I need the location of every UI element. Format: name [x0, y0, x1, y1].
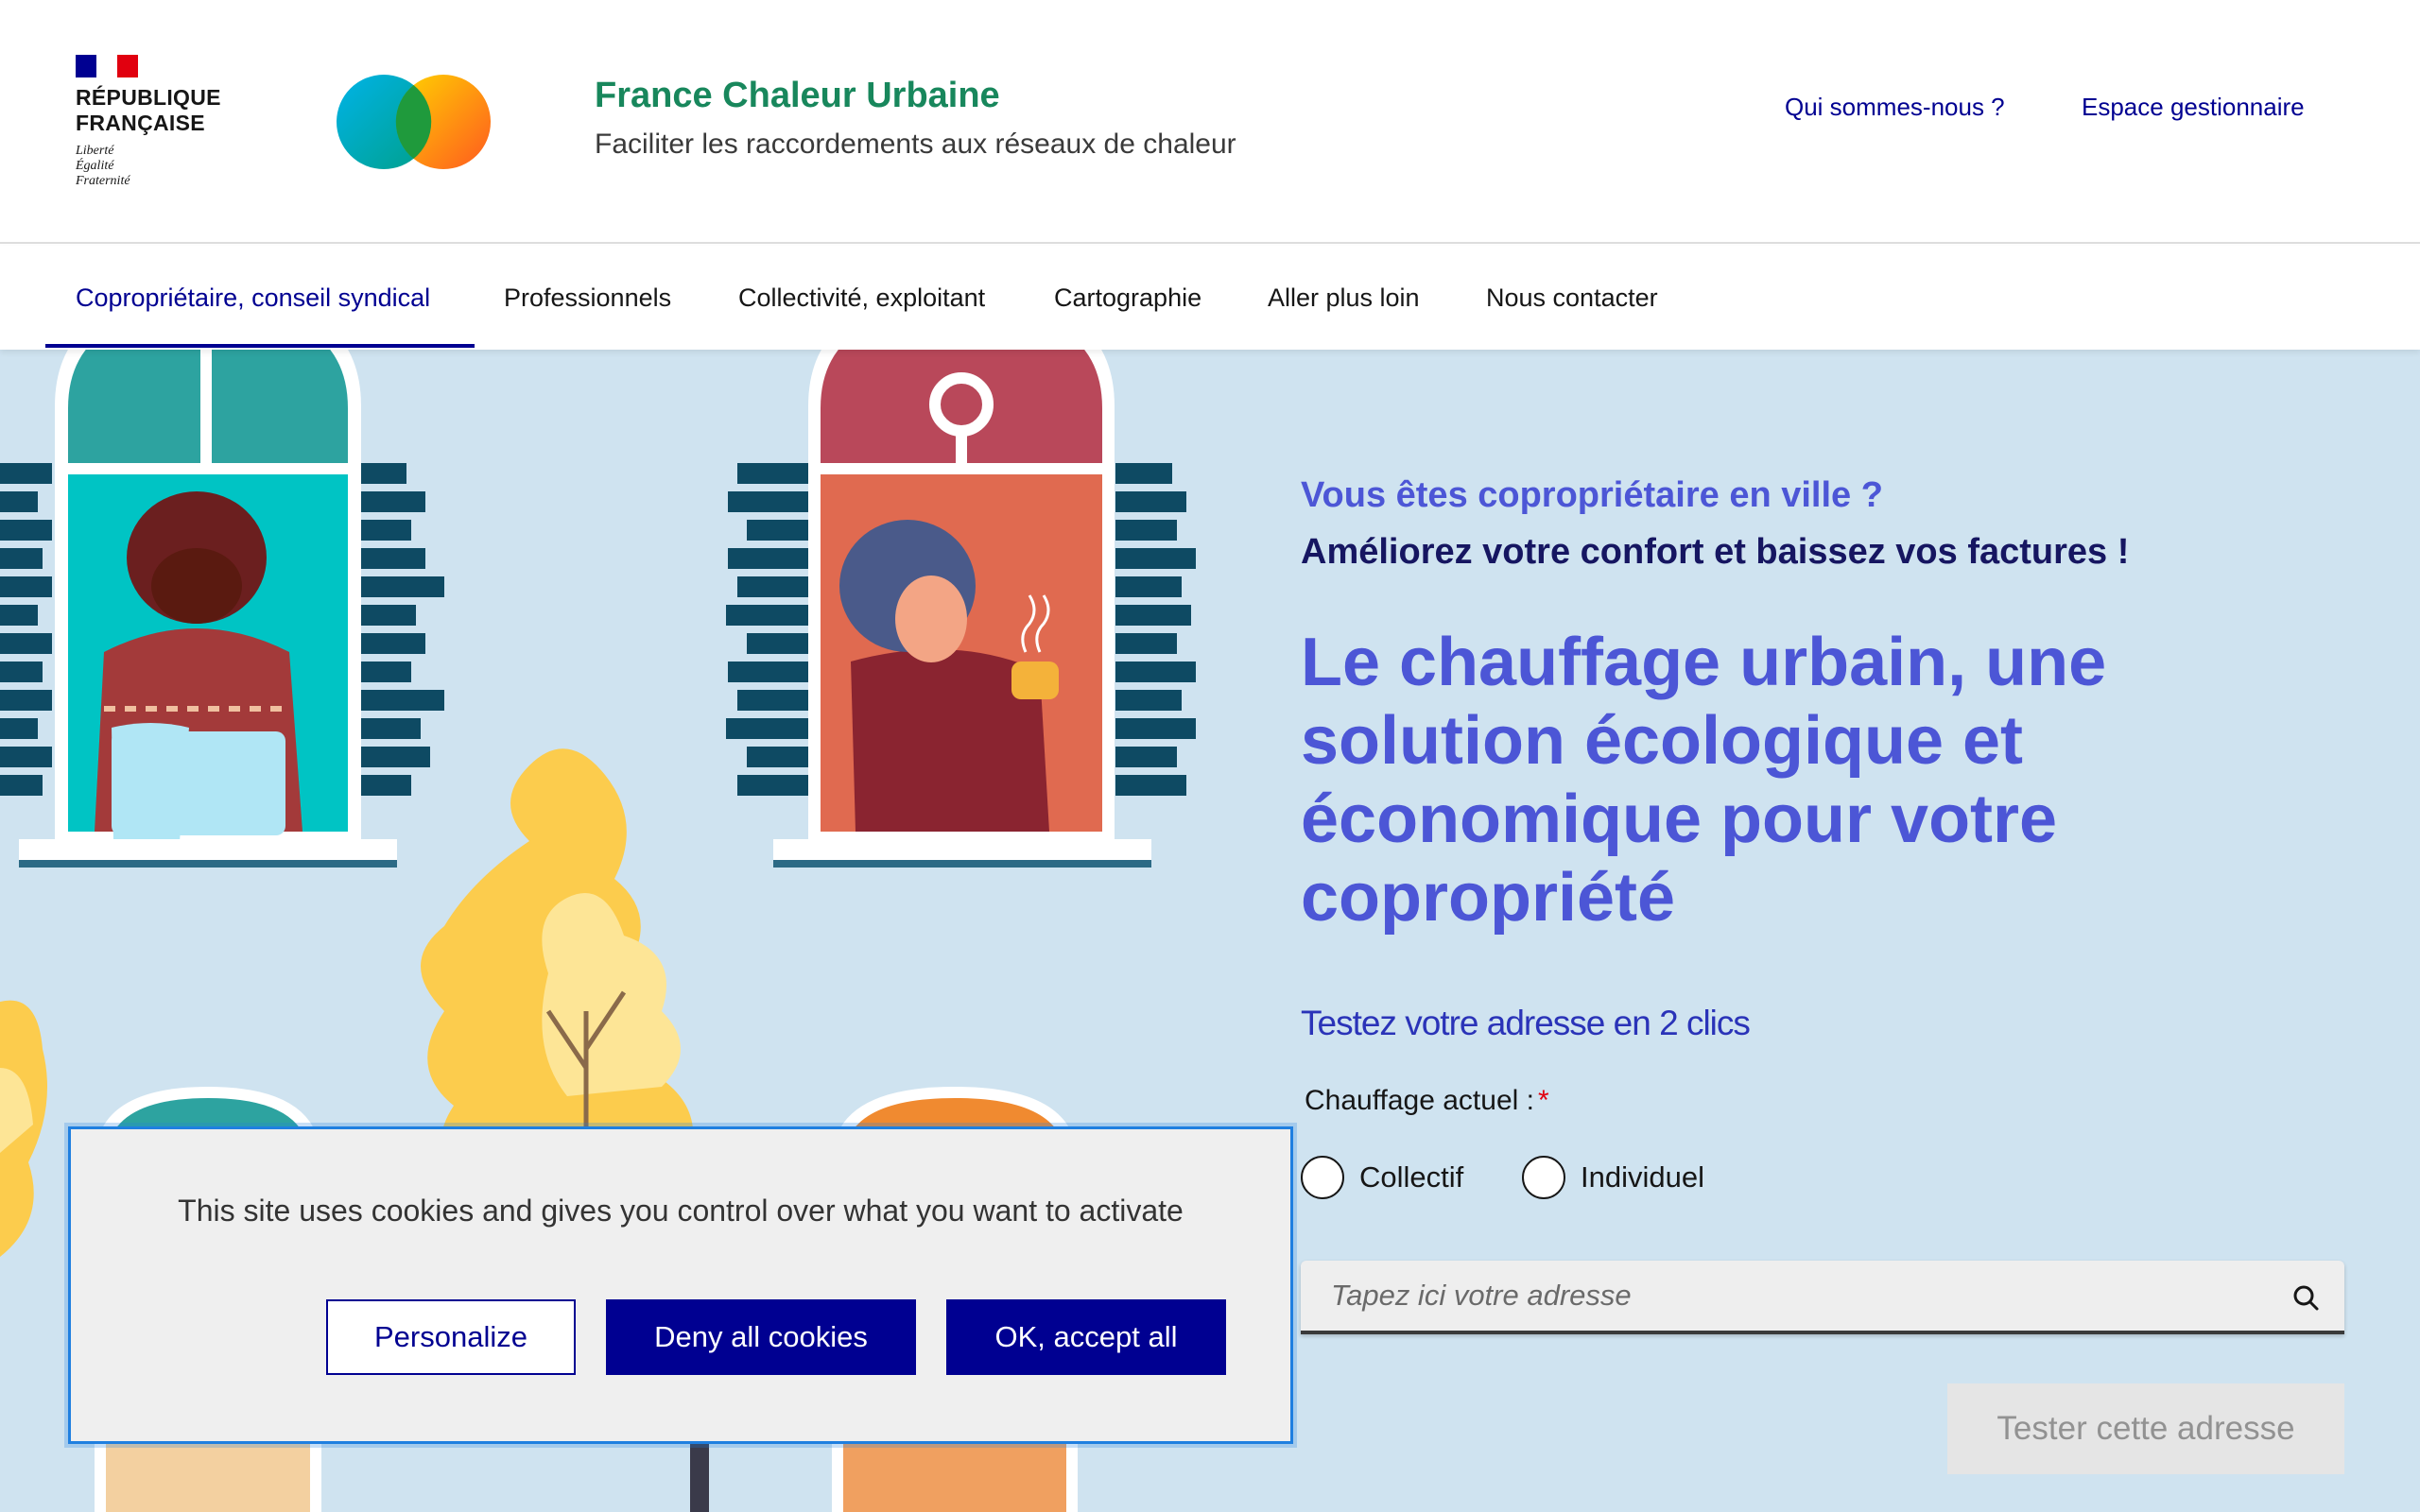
republic-name: RÉPUBLIQUE FRANÇAISE	[76, 85, 265, 136]
hero-subtitle-question: Vous êtes copropriétaire en ville ?	[1301, 475, 1883, 515]
required-mark: *	[1537, 1085, 1549, 1116]
republic-name-line2: FRANÇAISE	[76, 111, 205, 135]
cookie-banner: This site uses cookies and gives you con…	[68, 1126, 1293, 1444]
marianne-flag-icon	[76, 55, 138, 77]
heating-type-label-text: Chauffage actuel :	[1305, 1085, 1534, 1116]
address-test-title: Testez votre adresse en 2 clics	[1301, 1004, 1751, 1042]
nav-item-contact[interactable]: Nous contacter	[1486, 246, 1658, 350]
radio-collectif-label[interactable]: Collectif	[1359, 1160, 1463, 1194]
site-header: RÉPUBLIQUE FRANÇAISE Liberté Égalité Fra…	[0, 0, 2420, 244]
hero-subtitle-benefit: Améliorez votre confort et baissez vos f…	[1301, 532, 2130, 572]
motto-line3: Fraternité	[76, 174, 130, 188]
manager-space-link[interactable]: Espace gestionnaire	[2082, 93, 2305, 122]
radio-individuel-label[interactable]: Individuel	[1581, 1160, 1704, 1194]
nav-item-collectivite[interactable]: Collectivité, exploitant	[738, 246, 985, 350]
republic-motto: Liberté Égalité Fraternité	[76, 144, 265, 189]
nav-item-coproprietaire[interactable]: Copropriétaire, conseil syndical	[76, 246, 430, 350]
main-navigation: Copropriétaire, conseil syndical Profess…	[0, 246, 2420, 350]
cookie-banner-text: This site uses cookies and gives you con…	[178, 1194, 1184, 1228]
radio-individuel[interactable]: Individuel	[1522, 1156, 1704, 1199]
motto-line2: Égalité	[76, 159, 114, 173]
cookie-accept-button[interactable]: OK, accept all	[946, 1299, 1226, 1375]
about-us-link[interactable]: Qui sommes-nous ?	[1785, 93, 2005, 122]
address-search-box[interactable]	[1301, 1261, 2344, 1334]
brand-tagline: Faciliter les raccordements aux réseaux …	[595, 129, 1236, 160]
heating-type-label: Chauffage actuel : *	[1305, 1085, 1549, 1117]
search-icon[interactable]	[2291, 1283, 2320, 1312]
test-address-button[interactable]: Tester cette adresse	[1947, 1383, 2344, 1474]
republic-name-line1: RÉPUBLIQUE	[76, 85, 221, 110]
nav-item-aller-plus-loin[interactable]: Aller plus loin	[1268, 246, 1420, 350]
nav-item-cartographie[interactable]: Cartographie	[1054, 246, 1201, 350]
active-tab-indicator	[45, 344, 475, 348]
address-input[interactable]	[1331, 1261, 2257, 1331]
cookie-personalize-button[interactable]: Personalize	[326, 1299, 576, 1375]
brand-logo-icon[interactable]	[336, 74, 492, 170]
brand-title[interactable]: France Chaleur Urbaine	[595, 76, 1000, 116]
hero-headline: Le chauffage urbain, une solution écolog…	[1301, 625, 2107, 936]
nav-item-professionnels[interactable]: Professionnels	[504, 246, 671, 350]
motto-line1: Liberté	[76, 144, 114, 158]
cookie-deny-button[interactable]: Deny all cookies	[606, 1299, 916, 1375]
radio-collectif-circle[interactable]	[1301, 1156, 1344, 1199]
radio-collectif[interactable]: Collectif	[1301, 1156, 1463, 1199]
radio-individuel-circle[interactable]	[1522, 1156, 1565, 1199]
